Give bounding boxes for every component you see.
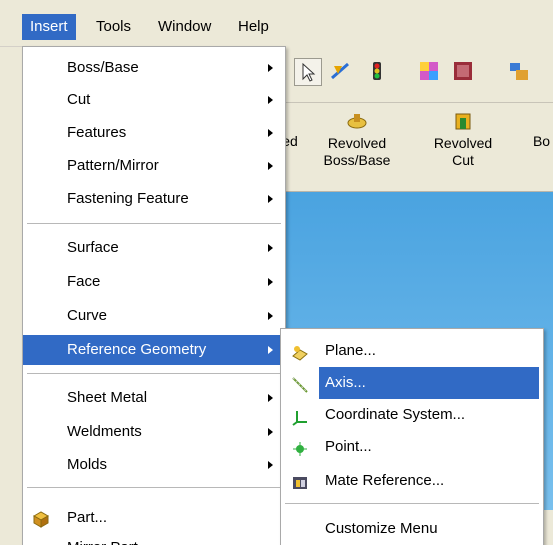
revolved-cut-label-1: Revolved [433,135,493,151]
submenu-item-label: Mate Reference... [325,472,445,489]
revolved-cut-icon [452,111,474,131]
submenu-item-label: Point... [325,438,372,455]
axis-icon [291,374,309,393]
menu-insert[interactable]: Insert [22,14,76,40]
revolved-boss-icon [346,111,368,131]
select-pointer-button[interactable] [294,58,322,86]
menu-item-curve[interactable]: Curve [23,301,285,331]
menu-window[interactable]: Window [150,14,219,40]
standard-toolbar [280,46,553,103]
submenu-arrow-icon [268,244,273,252]
menu-item-label: Boss/Base [67,59,139,76]
menu-item-boss-base[interactable]: Boss/Base [23,53,285,83]
texture-icon [454,62,472,80]
texture-button[interactable] [450,58,476,84]
menu-item-pattern-mirror[interactable]: Pattern/Mirror [23,151,285,181]
submenu-item-axis[interactable]: Axis... [281,367,543,399]
submenu-arrow-icon [268,278,273,286]
menu-item-label: Part... [67,509,108,526]
menu-item-label: Surface [67,239,119,256]
menu-help[interactable]: Help [230,14,277,40]
feature-partial-right[interactable]: Bo [530,133,553,150]
menu-separator [27,223,281,224]
submenu-item-plane[interactable]: Plane... [281,335,543,367]
revolved-boss-button[interactable]: Revolved Boss/Base [320,111,394,169]
submenu-arrow-icon [268,129,273,137]
cursor-icon [302,62,316,82]
point-icon [291,438,309,456]
submenu-item-coordinate-system[interactable]: Coordinate System... [281,399,543,431]
submenu-item-customize-menu[interactable]: Customize Menu [281,513,543,545]
traffic-light-button[interactable] [364,58,390,84]
traffic-light-icon [373,62,381,80]
menu-item-label: Cut [67,91,91,108]
menu-item-part[interactable]: Part... [23,503,285,533]
submenu-item-point[interactable]: Point... [281,431,543,463]
menu-separator [27,373,281,374]
options-button[interactable] [506,58,532,84]
options-icon [510,63,528,80]
grid-view-button[interactable] [416,58,442,84]
menu-item-label: Reference Geometry [67,341,207,358]
submenu-item-label: Plane... [325,342,376,359]
menu-item-label: Curve [67,307,108,324]
menu-tools[interactable]: Tools [88,14,139,40]
menu-item-surface[interactable]: Surface [23,233,285,263]
menu-item-label: Face [67,273,101,290]
menu-item-label: Molds [67,456,108,473]
submenu-item-label: Axis... [319,367,539,399]
menu-item-features[interactable]: Features [23,118,285,148]
menu-item-label: Sheet Metal [67,389,148,406]
menu-item-label: Pattern/Mirror [67,157,159,174]
submenu-item-mate-reference[interactable]: Mate Reference... [281,465,543,497]
coordinate-system-icon [291,406,309,426]
app-window: Insert Tools Window Help ed Revolved Bos… [0,0,553,545]
submenu-item-label: Coordinate System... [325,406,466,423]
grid-icon [420,62,438,80]
submenu-arrow-icon [268,346,273,354]
submenu-arrow-icon [268,195,273,203]
menu-item-label: Weldments [67,423,142,440]
reference-geometry-submenu: Plane... Axis... Coordinate System... Po… [280,328,544,545]
menu-item-label: Mirror Part... [67,533,150,545]
part-icon [31,508,51,528]
sketch-button[interactable] [328,58,354,84]
submenu-separator [285,503,539,504]
revolved-boss-label-2: Boss/Base [323,152,391,168]
menu-bar: Insert Tools Window Help [0,0,553,47]
menu-item-label: Features [67,124,127,141]
sketch-icon [331,62,349,80]
menu-item-cut[interactable]: Cut [23,85,285,115]
submenu-item-label: Customize Menu [325,520,438,537]
submenu-arrow-icon [268,394,273,402]
menu-item-weldments[interactable]: Weldments [23,417,285,447]
submenu-arrow-icon [268,461,273,469]
submenu-arrow-icon [268,64,273,72]
submenu-arrow-icon [268,162,273,170]
menu-item-face[interactable]: Face [23,267,285,297]
menu-separator [27,487,281,488]
revolved-boss-label-1: Revolved [327,135,387,151]
revolved-cut-label-2: Cut [452,152,474,168]
mate-reference-icon [291,472,309,490]
menu-item-sheet-metal[interactable]: Sheet Metal [23,383,285,413]
feature-partial-right-label: Bo [532,133,551,149]
revolved-cut-button[interactable]: Revolved Cut [428,111,498,169]
menu-item-mirror-part[interactable]: Mirror Part... [23,533,285,545]
menu-item-label: Fastening Feature [67,190,189,207]
insert-menu: Boss/Base Cut Features Pattern/Mirror Fa… [22,46,286,545]
menu-item-molds[interactable]: Molds [23,450,285,480]
features-toolbar: ed Revolved Boss/Base Revolved Cut Bo [280,103,553,192]
submenu-arrow-icon [268,96,273,104]
submenu-arrow-icon [268,428,273,436]
menu-item-fastening-feature[interactable]: Fastening Feature [23,184,285,214]
submenu-arrow-icon [268,312,273,320]
plane-icon [291,342,309,361]
menu-item-reference-geometry[interactable]: Reference Geometry [23,335,285,365]
